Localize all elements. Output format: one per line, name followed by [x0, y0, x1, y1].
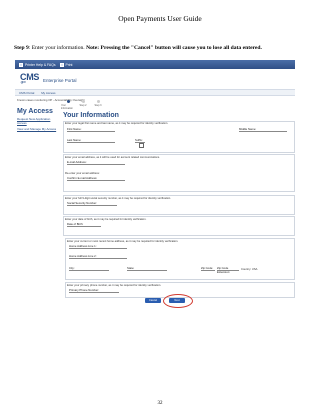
- help-icon: [19, 62, 23, 67]
- name-instruction: Enter your legal first name and last nam…: [65, 122, 169, 125]
- address-line1-field[interactable]: Home Address Line 1:: [69, 244, 127, 249]
- left-panel-title: My Access: [17, 108, 53, 115]
- toolbar-print-button[interactable]: Print: [59, 62, 73, 67]
- portal-screenshot: Printer Help & FAQs Print CMS .gov Enterp…: [15, 60, 295, 308]
- breadcrumb: CMS Portal My Access: [15, 90, 295, 96]
- country-label-text: Country:: [241, 268, 252, 271]
- page-number: 32: [157, 401, 163, 406]
- state-dropdown[interactable]: State:: [127, 266, 167, 271]
- breadcrumb-item-cms-portal[interactable]: CMS Portal: [19, 91, 34, 95]
- first-name-field[interactable]: First Name:: [67, 127, 115, 132]
- step-dot-active: [66, 100, 70, 103]
- dob-instruction: Enter your date of birth, as it may be r…: [65, 218, 147, 221]
- next-button-highlight: [163, 294, 193, 308]
- city-field[interactable]: City:: [69, 266, 109, 271]
- phone-field[interactable]: Primary Phone Number:: [69, 288, 119, 293]
- email-instruction: Enter your email address, as it will be …: [65, 156, 161, 159]
- manage-access-link[interactable]: View and Manage My Access: [17, 128, 59, 132]
- middle-name-field[interactable]: Middle Name:: [239, 127, 287, 132]
- suffix-dropdown[interactable]: [139, 143, 144, 148]
- dob-field[interactable]: Date of Birth:: [67, 222, 101, 227]
- browser-toolbar: Printer Help & FAQs Print: [15, 60, 295, 69]
- ssn-instruction: Enter your full 9-digit social security …: [65, 197, 172, 200]
- document-title: Open Payments User Guide: [118, 14, 202, 23]
- step-note: Note: Pressing the "Cancel" button will …: [86, 45, 262, 51]
- portal-header: CMS .gov Enterprise Portal: [15, 69, 295, 90]
- step-label: Step 9: [14, 45, 29, 51]
- step-indicator-2-label: Step 2: [79, 104, 87, 107]
- last-name-field[interactable]: Last Name:: [67, 138, 115, 143]
- country-label: Country: USA: [241, 268, 257, 271]
- email-reenter-instruction: Re-enter your email address:: [65, 172, 100, 175]
- toolbar-print-label: Print: [65, 62, 73, 67]
- country-value: USA: [251, 268, 258, 271]
- step-instruction: Step 9: Enter your information. Note: Pr…: [14, 44, 308, 52]
- zip-extension-field[interactable]: Zip Code Extension:: [217, 266, 239, 274]
- steps-indicator: Your Information Step 2 Step 3: [61, 100, 295, 110]
- step-indicator-3: Step 3: [91, 100, 105, 107]
- step-dot: [96, 100, 100, 103]
- phone-instruction: Enter your primary phone number, as it m…: [67, 284, 162, 287]
- cms-logo: CMS .gov: [20, 72, 39, 84]
- confirm-email-field[interactable]: Confirm E-mail Address:: [67, 176, 125, 181]
- email-field[interactable]: E-mail Address:: [67, 160, 125, 165]
- step-indicator-1-label: Your Information: [61, 104, 73, 110]
- address-instruction: Enter your current or most recent home a…: [67, 240, 179, 243]
- toolbar-help-button[interactable]: Printer Help & FAQs: [19, 62, 56, 67]
- name-section: [63, 121, 295, 153]
- left-panel: My Access Request New Application Access…: [17, 108, 59, 135]
- cancel-button[interactable]: Cancel: [145, 298, 161, 303]
- step-indicator-3-label: Step 3: [94, 104, 102, 107]
- address-line2-field[interactable]: Home Address Line 2:: [69, 254, 127, 259]
- form-title: Your Information: [63, 112, 119, 119]
- step-indicator-1: Your Information: [61, 100, 75, 110]
- step-text: : Enter your information.: [28, 45, 87, 51]
- toolbar-help-label: Printer Help & FAQs: [25, 62, 56, 67]
- step-dot: [81, 100, 85, 103]
- ssn-field[interactable]: Social Security Number:: [67, 201, 117, 206]
- step-indicator-2: Step 2: [76, 100, 90, 107]
- breadcrumb-item-my-access[interactable]: My Access: [41, 91, 55, 95]
- portal-label: Enterprise Portal: [43, 78, 77, 83]
- zip-field[interactable]: Zip Code:: [201, 266, 215, 271]
- print-icon: [59, 62, 64, 67]
- request-access-link[interactable]: Request New Application Access: [17, 117, 59, 125]
